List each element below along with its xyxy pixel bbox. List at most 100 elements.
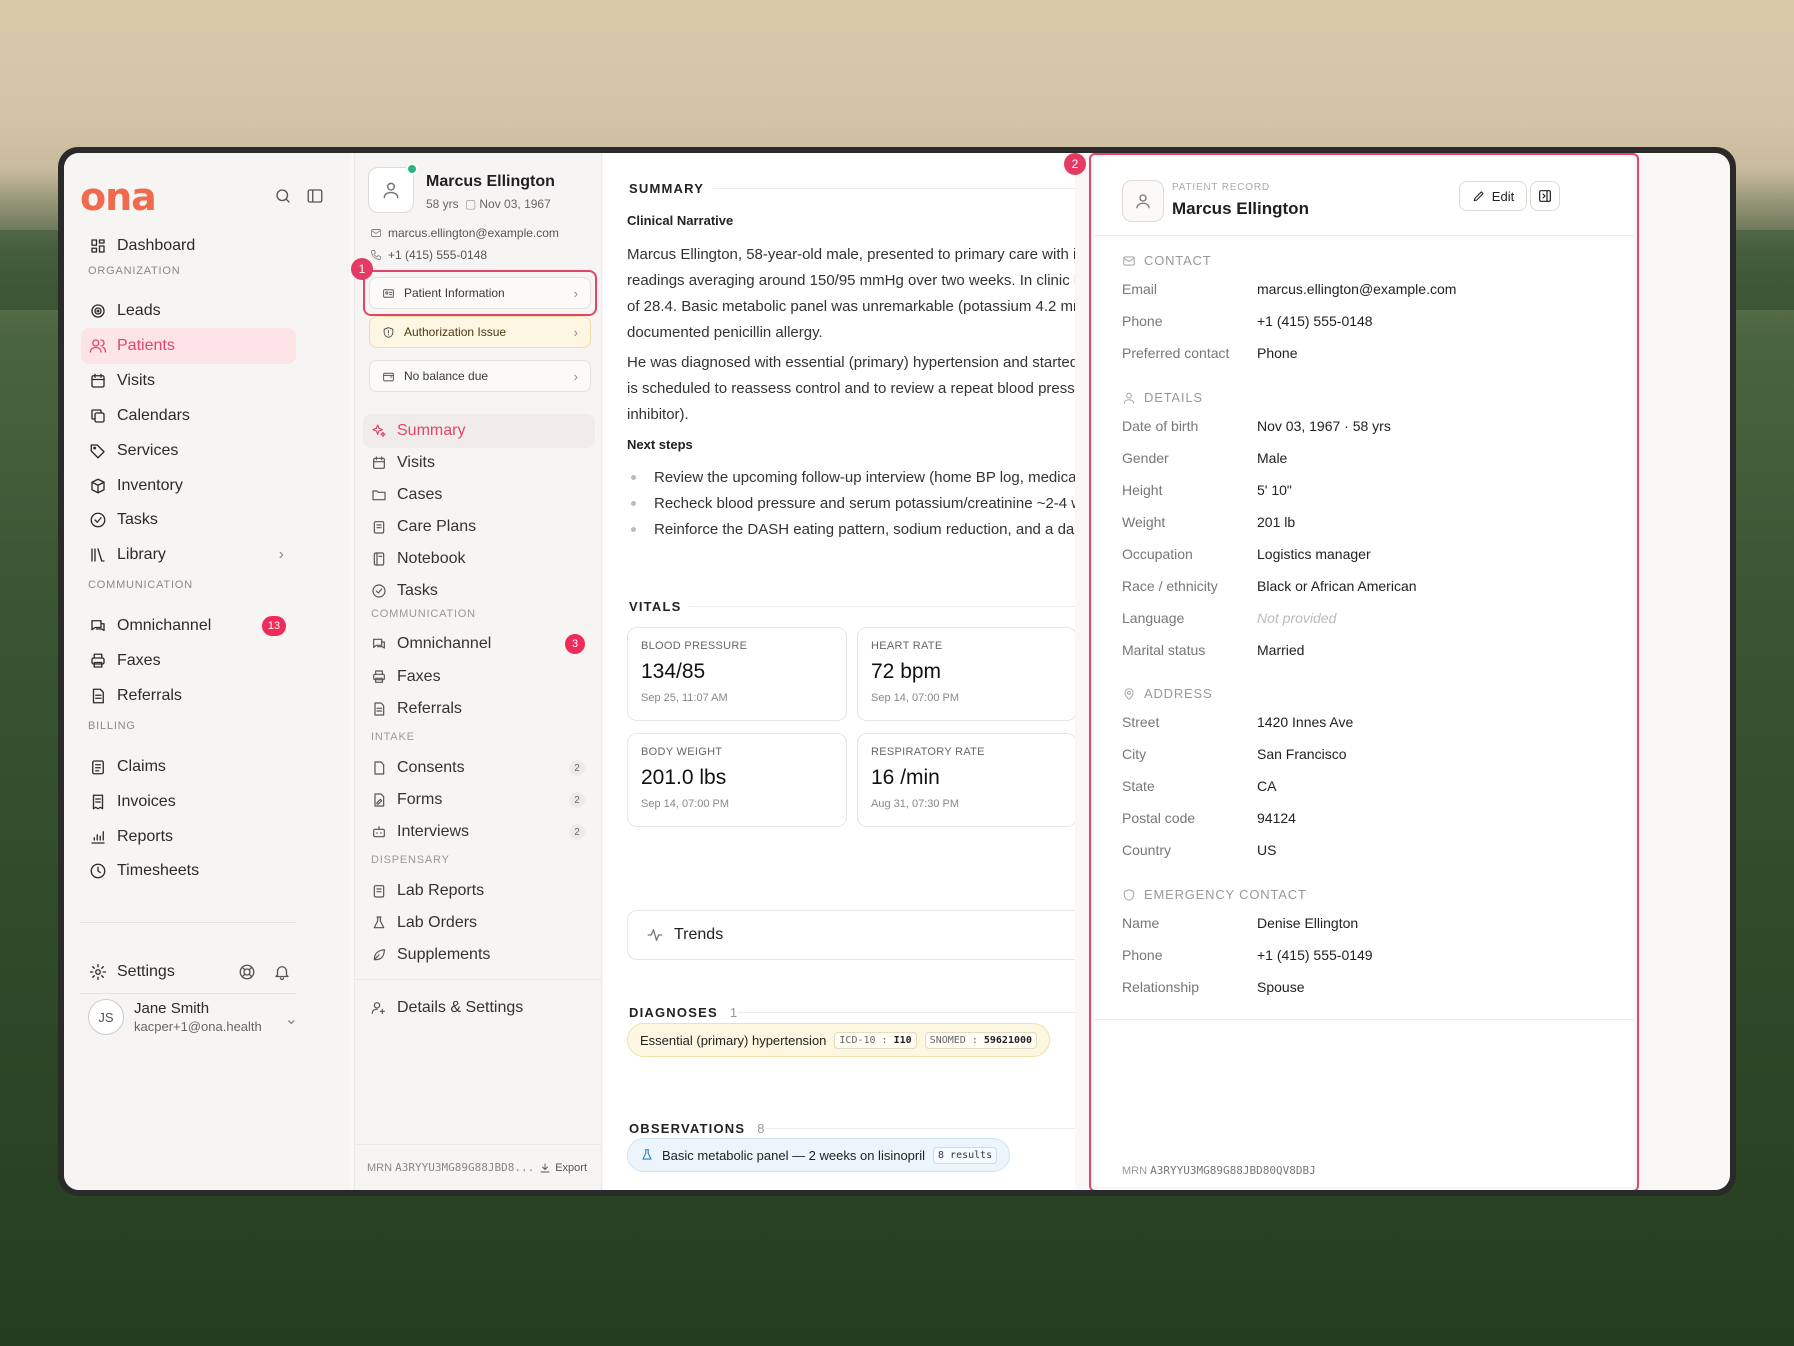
- nav-inventory[interactable]: Inventory: [81, 468, 296, 504]
- vital-date: Sep 25, 11:07 AM: [641, 692, 728, 704]
- trends-button[interactable]: Trends: [627, 910, 1075, 960]
- tag-icon: [90, 444, 105, 459]
- vital-card-heart-rate[interactable]: HEART RATE 72 bpm Sep 14, 07:00 PM: [857, 627, 1075, 721]
- nav-label: Visits: [117, 372, 155, 389]
- balance-button[interactable]: No balance due ›: [369, 360, 591, 392]
- sidebar-toggle-icon[interactable]: [306, 187, 326, 207]
- nav-referrals[interactable]: Referrals: [81, 678, 296, 714]
- vital-card-respiratory-rate[interactable]: RESPIRATORY RATE 16 /min Aug 31, 07:30 P…: [857, 733, 1075, 827]
- patient-tab-visits[interactable]: Visits: [363, 446, 595, 480]
- flask-icon: [373, 916, 385, 929]
- step-marker-1: 1: [351, 258, 373, 280]
- nav-settings[interactable]: Settings: [81, 954, 296, 990]
- nav-label: Services: [117, 442, 179, 459]
- nav-claims[interactable]: Claims: [81, 749, 296, 785]
- nav-label: Timesheets: [117, 862, 200, 879]
- authorization-issue-button[interactable]: Authorization Issue ›: [369, 316, 591, 348]
- tab-label: Consents: [397, 759, 465, 776]
- vital-card-blood-pressure[interactable]: BLOOD PRESSURE 134/85 Sep 25, 11:07 AM: [627, 627, 847, 721]
- calendar-icon: [373, 456, 385, 469]
- vital-card-body-weight[interactable]: BODY WEIGHT 201.0 lbs Sep 14, 07:00 PM: [627, 733, 847, 827]
- nav-omnichannel[interactable]: Omnichannel 13: [81, 608, 296, 644]
- diagnosis-name: Essential (primary) hypertension: [640, 1032, 827, 1048]
- nav-label: Referrals: [117, 687, 182, 704]
- patient-tab-cases[interactable]: Cases: [363, 478, 595, 512]
- patient-tab-faxes[interactable]: Faxes: [363, 660, 595, 694]
- patient-tab-supplements[interactable]: Supplements: [363, 938, 595, 972]
- patient-tab-care-plans[interactable]: Care Plans: [363, 510, 595, 544]
- printer-icon: [91, 653, 105, 668]
- mrn-label: MRN: [367, 1161, 393, 1174]
- folder-icon: [372, 490, 386, 501]
- copy-icon: [91, 409, 105, 423]
- icd-label: ICD-10 :: [839, 1034, 888, 1046]
- user-name: Jane Smith: [134, 1000, 210, 1017]
- ona-logo: ona: [80, 175, 157, 219]
- nav-services[interactable]: Services: [81, 433, 296, 469]
- nav-calendars[interactable]: Calendars: [81, 398, 296, 434]
- user-menu[interactable]: JS Jane Smith kacper+1@ona.health: [88, 999, 262, 1035]
- patient-age: 58 yrs: [426, 197, 459, 211]
- icd-code: I10: [893, 1034, 912, 1046]
- patient-tab-referrals[interactable]: Referrals: [363, 692, 595, 726]
- patient-avatar: [368, 163, 418, 213]
- count-badge: 2: [569, 760, 585, 776]
- help-icon[interactable]: [238, 963, 258, 983]
- patient-tab-lab-reports[interactable]: Lab Reports: [363, 874, 595, 908]
- patient-tab-consents[interactable]: Consents 2: [363, 751, 595, 785]
- patient-section-dispensary: DISPENSARY: [371, 854, 450, 866]
- nav-dashboard[interactable]: Dashboard: [81, 228, 296, 264]
- bell-icon[interactable]: [273, 963, 293, 983]
- nav-label: Faxes: [117, 652, 161, 669]
- observation-chip[interactable]: Basic metabolic panel — 2 weeks on lisin…: [627, 1138, 1011, 1172]
- search-icon[interactable]: [274, 187, 294, 207]
- export-button[interactable]: Export: [539, 1162, 587, 1174]
- calendar-icon: ▢: [465, 197, 477, 211]
- patient-name: Marcus Ellington: [426, 173, 555, 190]
- flask-icon: [642, 1149, 652, 1160]
- user-icon: [383, 182, 399, 199]
- nav-reports[interactable]: Reports: [81, 819, 296, 855]
- patient-tab-interviews[interactable]: Interviews 2: [363, 815, 595, 849]
- message-icon: [91, 620, 105, 632]
- results-count-tag: 8 results: [933, 1146, 998, 1164]
- library-icon: [91, 548, 105, 562]
- user-email: kacper+1@ona.health: [134, 1019, 262, 1034]
- nav-faxes[interactable]: Faxes: [81, 643, 296, 679]
- nav-leads[interactable]: Leads: [81, 293, 296, 329]
- summary-main: SUMMARY Clinical Narrative Marcus Elling…: [603, 153, 1075, 1190]
- tab-label: Faxes: [397, 668, 441, 685]
- phone-icon: [371, 250, 381, 260]
- count-badge: 2: [569, 792, 585, 808]
- patient-tab-tasks[interactable]: Tasks: [363, 574, 595, 608]
- patient-tab-details-settings[interactable]: Details & Settings: [363, 991, 595, 1025]
- printer-icon: [373, 670, 385, 683]
- patient-tab-lab-orders[interactable]: Lab Orders: [363, 906, 595, 940]
- nav-library[interactable]: Library ›: [81, 537, 296, 573]
- patient-tab-summary[interactable]: Summary: [363, 414, 595, 448]
- nav-label: Inventory: [117, 477, 183, 494]
- chevron-right-icon: ›: [278, 546, 284, 563]
- tab-label: Supplements: [397, 946, 491, 963]
- vital-label: BODY WEIGHT: [641, 746, 723, 758]
- patient-tab-forms[interactable]: Forms 2: [363, 783, 595, 817]
- nav-invoices[interactable]: Invoices: [81, 784, 296, 820]
- nav-label: Leads: [117, 302, 161, 319]
- chevron-down-icon[interactable]: ⌄: [285, 1009, 298, 1029]
- vital-value: 134/85: [641, 660, 706, 683]
- tab-label: Omnichannel: [397, 635, 492, 652]
- clinical-narrative-heading: Clinical Narrative: [627, 213, 734, 228]
- unread-badge: 3: [565, 634, 585, 654]
- patient-tab-notebook[interactable]: Notebook: [363, 542, 595, 576]
- section-observations-heading: OBSERVATIONS 8: [629, 1121, 764, 1136]
- nav-timesheets[interactable]: Timesheets: [81, 853, 296, 889]
- tab-label: Summary: [397, 422, 466, 439]
- sparkles-icon: [372, 424, 386, 437]
- nav-tasks[interactable]: Tasks: [81, 502, 296, 538]
- nav-visits[interactable]: Visits: [81, 363, 296, 399]
- patient-tab-omnichannel[interactable]: Omnichannel 3: [363, 627, 595, 661]
- section-diagnoses-heading: DIAGNOSES 1: [629, 1005, 737, 1020]
- nav-patients[interactable]: Patients: [81, 328, 296, 364]
- diagnosis-chip[interactable]: Essential (primary) hypertension ICD-10 …: [627, 1023, 1051, 1057]
- button-label: No balance due: [404, 369, 489, 383]
